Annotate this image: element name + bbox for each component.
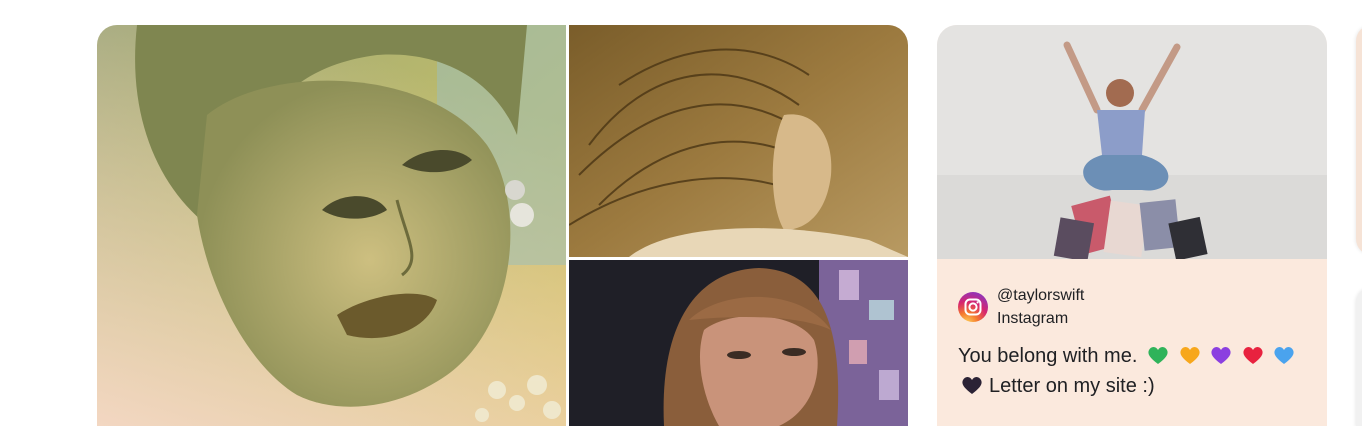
event-portrait-photo[interactable] (569, 260, 908, 426)
orange-heart-icon (1179, 347, 1200, 364)
instagram-icon (958, 292, 988, 322)
red-heart-icon (1243, 347, 1263, 364)
main-portrait-photo[interactable] (97, 25, 566, 426)
instagram-post-photo[interactable] (937, 25, 1327, 259)
caption-line-2-text: Letter on my site :) (989, 375, 1155, 397)
black-heart-icon (962, 377, 982, 394)
instagram-post-body: @taylorswift Instagram You belong with m… (937, 259, 1327, 401)
jumping-photo-image (937, 25, 1327, 259)
purple-heart-icon (1211, 347, 1231, 364)
image-collage-card[interactable] (97, 25, 908, 426)
main-portrait-image (97, 25, 566, 426)
caption-line-2: Letter on my site :) (958, 371, 1307, 401)
golden-hair-photo[interactable] (569, 25, 908, 257)
post-caption: You belong with me. Letter on my site :) (958, 341, 1307, 401)
instagram-post-card[interactable]: @taylorswift Instagram You belong with m… (937, 25, 1327, 426)
golden-hair-image (569, 25, 908, 257)
blue-heart-icon (1274, 347, 1294, 364)
next-result-card[interactable] (1356, 25, 1362, 255)
search-results-carousel: @taylorswift Instagram You belong with m… (0, 0, 1362, 426)
platform-name: Instagram (997, 310, 1069, 327)
post-meta: @taylorswift Instagram (997, 284, 1084, 330)
account-handle[interactable]: @taylorswift (997, 284, 1084, 307)
event-portrait-image (569, 260, 908, 426)
caption-text: You belong with me. (958, 345, 1138, 367)
post-source[interactable]: @taylorswift Instagram (958, 284, 1307, 330)
next-result-card-2[interactable] (1356, 287, 1362, 426)
green-heart-icon (1148, 347, 1168, 364)
